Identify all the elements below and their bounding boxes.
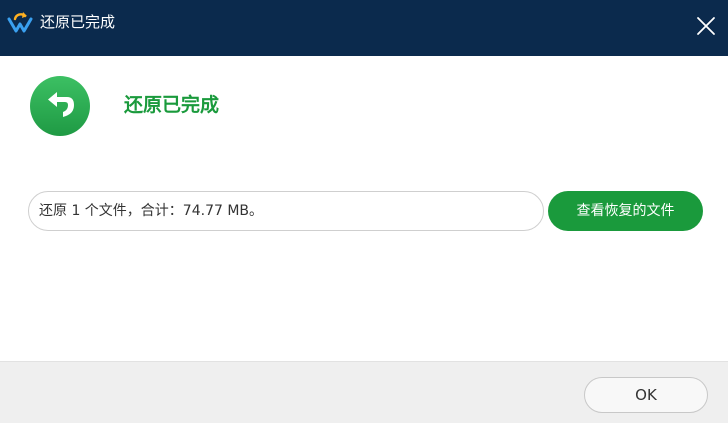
restore-complete-dialog: 还原已完成 还原已完成 还原 1 个文件，合计：74.77 MB。 查看恢复的文… — [0, 0, 728, 423]
title-bar: 还原已完成 — [0, 0, 728, 56]
close-icon[interactable] — [694, 14, 718, 38]
dialog-footer: OK — [0, 361, 728, 423]
ok-button[interactable]: OK — [584, 377, 708, 413]
restore-summary-field: 还原 1 个文件，合计：74.77 MB。 — [28, 191, 544, 231]
window-title: 还原已完成 — [40, 13, 116, 31]
view-restored-files-button[interactable]: 查看恢复的文件 — [548, 191, 703, 231]
status-heading: 还原已完成 — [124, 94, 220, 116]
undo-arrow-icon — [30, 76, 90, 136]
app-logo-icon — [7, 12, 33, 33]
